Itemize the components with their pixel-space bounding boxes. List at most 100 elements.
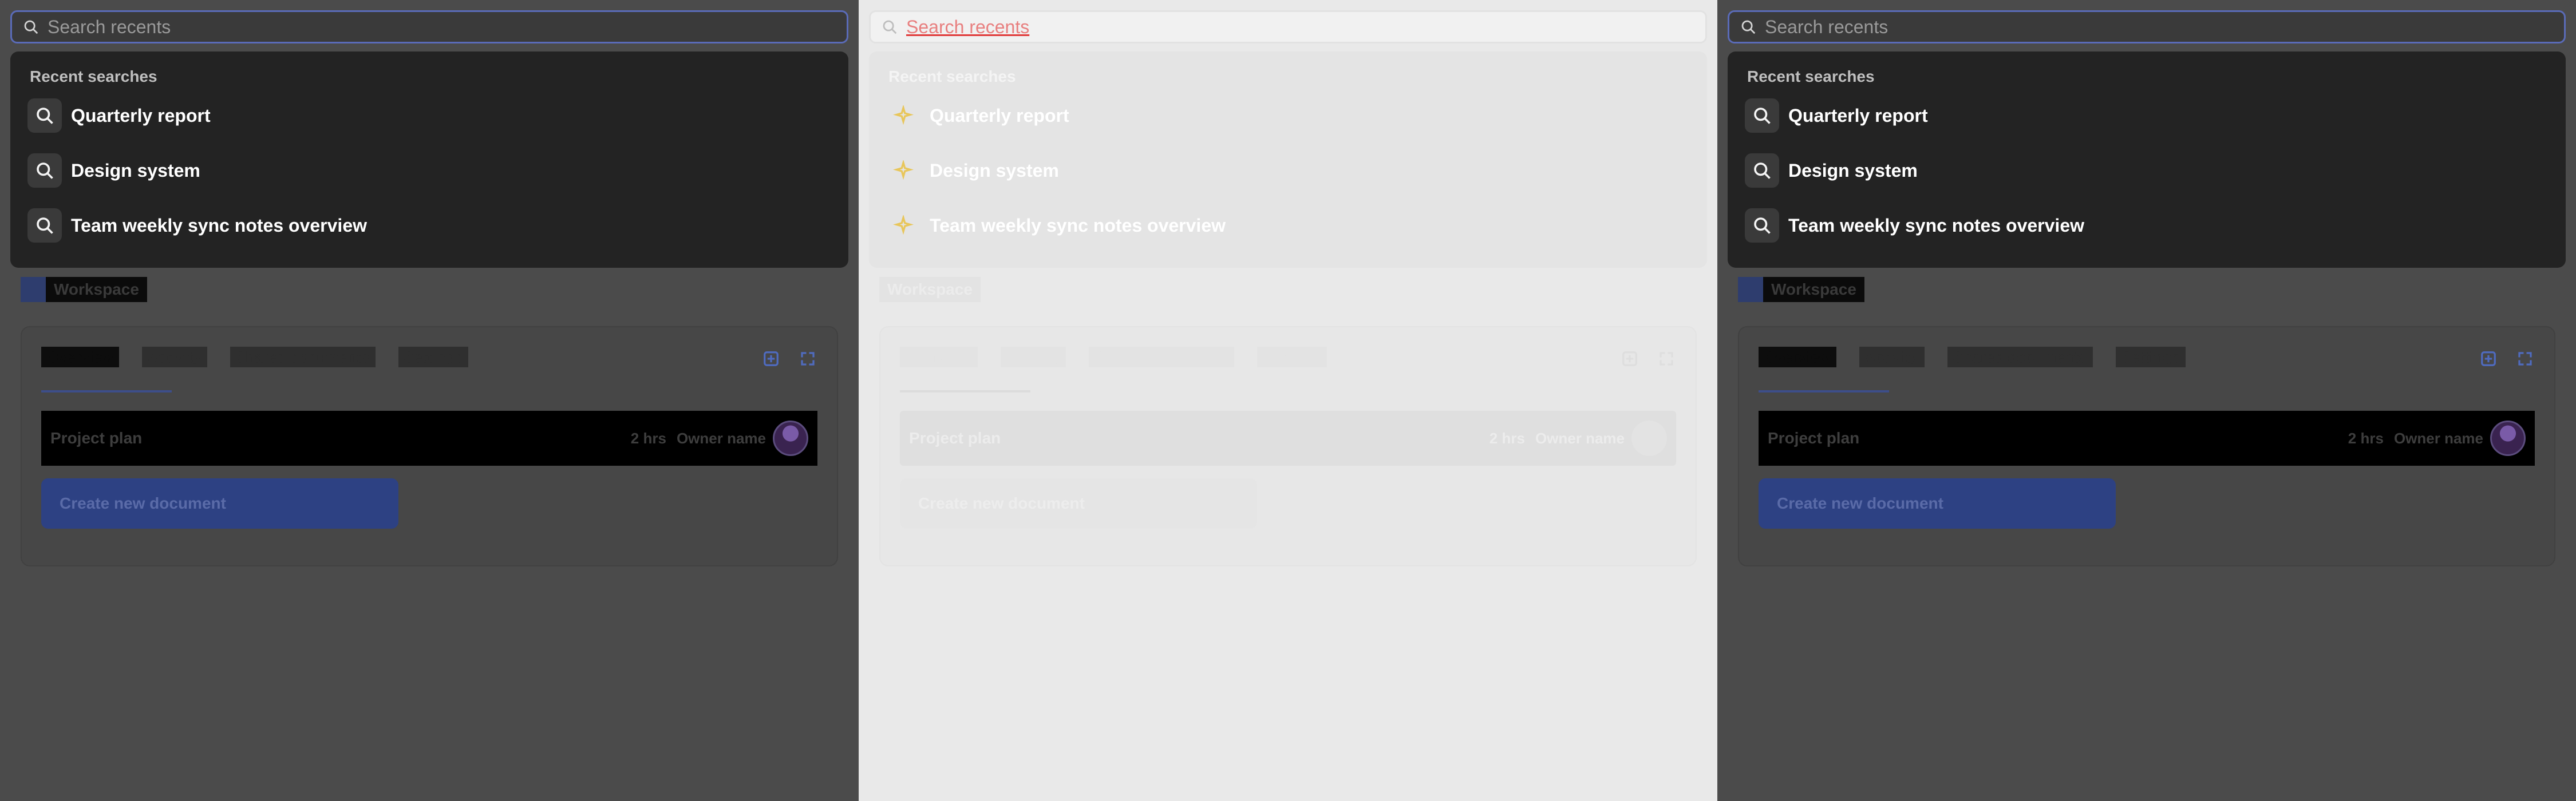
search-icon bbox=[1745, 153, 1779, 188]
suggestion-item[interactable]: Design system bbox=[869, 143, 1707, 198]
content-card: Overview Activity Shared documents Setti… bbox=[1738, 326, 2555, 566]
expand-icon[interactable] bbox=[2516, 350, 2534, 367]
suggestion-label: Quarterly report bbox=[1788, 105, 1928, 126]
tab-settings[interactable]: Settings bbox=[2115, 347, 2186, 367]
expand-icon[interactable] bbox=[1658, 350, 1675, 367]
suggestions-heading: Recent searches bbox=[1747, 68, 1875, 85]
suggestions-heading: Recent searches bbox=[888, 68, 1016, 85]
row-owner: Owner name bbox=[2393, 429, 2483, 447]
add-icon[interactable] bbox=[762, 350, 780, 367]
breadcrumb[interactable]: Workspace bbox=[21, 277, 147, 302]
create-document-button[interactable]: Create new document bbox=[1759, 478, 2116, 529]
tab-activity[interactable]: Activity bbox=[1000, 347, 1066, 367]
suggestion-item[interactable]: Design system bbox=[10, 143, 848, 198]
search-icon bbox=[22, 18, 39, 35]
list-item[interactable]: Project plan 2 hrs Owner name bbox=[41, 411, 817, 466]
avatar[interactable] bbox=[773, 421, 808, 456]
sparkle-icon bbox=[886, 208, 920, 243]
suggestion-label: Team weekly sync notes overview bbox=[1788, 215, 2084, 236]
tab-overview[interactable]: Overview bbox=[1759, 347, 1836, 367]
suggestion-label: Design system bbox=[71, 160, 200, 181]
content-card: Overview Activity Shared documents Setti… bbox=[21, 326, 838, 566]
tab-settings[interactable]: Settings bbox=[398, 347, 469, 367]
active-tab-indicator bbox=[41, 390, 172, 392]
tab-shared-documents[interactable]: Shared documents bbox=[1947, 347, 2093, 367]
sparkle-icon bbox=[886, 98, 920, 133]
suggestion-item[interactable]: Quarterly report bbox=[869, 88, 1707, 143]
suggestions-dropdown: Recent searches Quarterly report Design … bbox=[10, 51, 848, 268]
avatar[interactable] bbox=[1631, 421, 1667, 456]
active-tab-indicator bbox=[900, 390, 1030, 392]
row-time: 2 hrs bbox=[1489, 429, 1525, 447]
row-title: Project plan bbox=[909, 429, 1001, 447]
panel-right: Recent searches Quarterly report Design … bbox=[1717, 0, 2576, 801]
suggestion-item[interactable]: Quarterly report bbox=[10, 88, 848, 143]
content-card: Overview Activity Shared documents Setti… bbox=[879, 326, 1697, 566]
tab-bar: Overview Activity Shared documents Setti… bbox=[900, 347, 1350, 379]
list-item[interactable]: Project plan 2 hrs Owner name bbox=[1759, 411, 2535, 466]
row-owner: Owner name bbox=[1535, 429, 1625, 447]
suggestion-item[interactable]: Quarterly report bbox=[1728, 88, 2566, 143]
breadcrumb-label: Workspace bbox=[879, 277, 981, 302]
tab-bar: Overview Activity Shared documents Setti… bbox=[1759, 347, 2208, 379]
tab-activity[interactable]: Activity bbox=[141, 347, 207, 367]
tab-settings[interactable]: Settings bbox=[1257, 347, 1327, 367]
breadcrumb[interactable]: Workspace bbox=[879, 277, 981, 302]
create-document-button[interactable]: Create new document bbox=[41, 478, 398, 529]
row-title: Project plan bbox=[50, 429, 143, 447]
tab-bar: Overview Activity Shared documents Setti… bbox=[41, 347, 491, 379]
avatar[interactable] bbox=[2490, 421, 2526, 456]
tab-overview[interactable]: Overview bbox=[900, 347, 978, 367]
search-icon bbox=[1745, 208, 1779, 243]
suggestions-dropdown: Recent searches Quarterly report Design … bbox=[1728, 51, 2566, 268]
tab-overview[interactable]: Overview bbox=[41, 347, 119, 367]
row-meta: 2 hrs Owner name bbox=[1490, 430, 1625, 447]
card-actions bbox=[2480, 350, 2534, 367]
expand-icon[interactable] bbox=[799, 350, 816, 367]
suggestion-label: Team weekly sync notes overview bbox=[930, 215, 1226, 236]
tab-shared-documents[interactable]: Shared documents bbox=[1088, 347, 1234, 367]
search-input[interactable] bbox=[48, 14, 792, 39]
row-time: 2 hrs bbox=[630, 429, 666, 447]
create-document-button[interactable]: Create new document bbox=[900, 478, 1257, 529]
search-icon bbox=[27, 153, 62, 188]
workspace-icon bbox=[1738, 277, 1763, 302]
suggestion-item[interactable]: Team weekly sync notes overview bbox=[10, 198, 848, 253]
card-actions bbox=[762, 350, 816, 367]
list-item[interactable]: Project plan 2 hrs Owner name bbox=[900, 411, 1676, 466]
workspace-icon bbox=[21, 277, 46, 302]
search-input[interactable] bbox=[906, 14, 1650, 39]
search-icon bbox=[27, 98, 62, 133]
search-bar[interactable] bbox=[869, 10, 1707, 43]
panel-left: Recent searches Quarterly report Design … bbox=[0, 0, 859, 801]
row-time: 2 hrs bbox=[2348, 429, 2384, 447]
suggestion-label: Design system bbox=[1788, 160, 1918, 181]
breadcrumb[interactable]: Workspace bbox=[1738, 277, 1864, 302]
suggestions-dropdown: Recent searches Quarterly report Design … bbox=[869, 51, 1707, 268]
search-icon bbox=[881, 18, 898, 35]
sparkle-icon bbox=[886, 153, 920, 188]
suggestion-label: Team weekly sync notes overview bbox=[71, 215, 367, 236]
card-actions bbox=[1621, 350, 1675, 367]
breadcrumb-label: Workspace bbox=[1763, 277, 1864, 302]
search-bar[interactable] bbox=[1728, 10, 2566, 43]
row-owner: Owner name bbox=[676, 429, 766, 447]
search-icon bbox=[27, 208, 62, 243]
tab-activity[interactable]: Activity bbox=[1859, 347, 1925, 367]
search-icon bbox=[1740, 18, 1757, 35]
tab-shared-documents[interactable]: Shared documents bbox=[230, 347, 376, 367]
suggestions-heading: Recent searches bbox=[30, 68, 157, 85]
add-icon[interactable] bbox=[2480, 350, 2497, 367]
row-meta: 2 hrs Owner name bbox=[2348, 430, 2483, 447]
panel-middle: Recent searches Quarterly report Design … bbox=[859, 0, 1717, 801]
search-input[interactable] bbox=[1765, 14, 2509, 39]
suggestion-item[interactable]: Team weekly sync notes overview bbox=[869, 198, 1707, 253]
search-bar[interactable] bbox=[10, 10, 848, 43]
add-icon[interactable] bbox=[1621, 350, 1638, 367]
active-tab-indicator bbox=[1759, 390, 1889, 392]
search-icon bbox=[1745, 98, 1779, 133]
suggestion-item[interactable]: Design system bbox=[1728, 143, 2566, 198]
breadcrumb-label: Workspace bbox=[46, 277, 147, 302]
suggestion-item[interactable]: Team weekly sync notes overview bbox=[1728, 198, 2566, 253]
suggestion-label: Quarterly report bbox=[930, 105, 1069, 126]
